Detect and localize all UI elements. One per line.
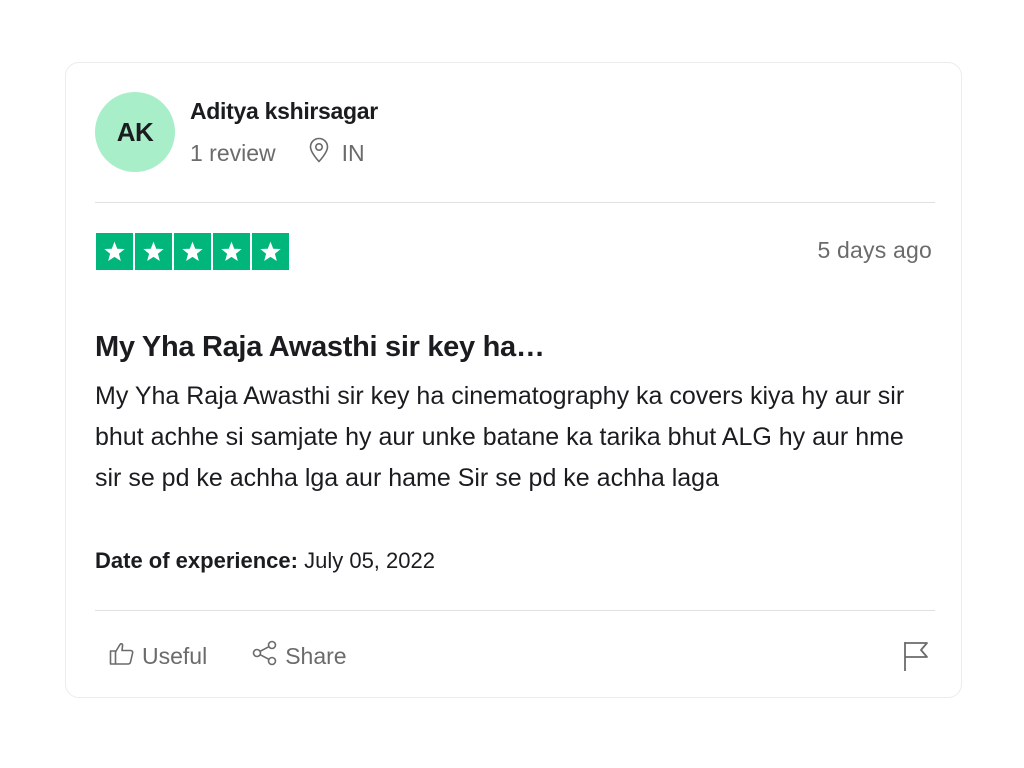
- star-icon: [96, 233, 133, 270]
- review-actions: Useful Share: [108, 639, 347, 673]
- reviewer-name[interactable]: Aditya kshirsagar: [190, 98, 378, 125]
- experience-date: July 05, 2022: [304, 548, 435, 573]
- review-count: 1 review: [190, 139, 276, 166]
- avatar[interactable]: AK: [95, 92, 175, 172]
- review-posted-date: 5 days ago: [817, 237, 932, 263]
- share-label: Share: [285, 642, 347, 669]
- review-body: My Yha Raja Awasthi sir key ha cinematog…: [95, 382, 905, 492]
- star-icon: [135, 233, 172, 270]
- avatar-initials: AK: [116, 116, 154, 147]
- date-of-experience: Date of experience: July 05, 2022: [95, 548, 435, 574]
- star-rating: [96, 233, 291, 270]
- reviewer-meta: 1 review IN: [190, 137, 365, 169]
- divider: [95, 610, 935, 611]
- star-icon: [213, 233, 250, 270]
- useful-label: Useful: [142, 642, 208, 669]
- star-icon: [174, 233, 211, 270]
- useful-button[interactable]: Useful: [108, 639, 207, 673]
- flag-icon: [901, 642, 931, 676]
- reviewer-location: IN: [308, 137, 365, 169]
- thumbs-up-icon: [108, 639, 142, 673]
- share-icon: [251, 639, 285, 673]
- divider: [95, 202, 935, 203]
- review-title[interactable]: My Yha Raja Awasthi sir key ha…: [95, 331, 545, 364]
- report-button[interactable]: [901, 640, 931, 672]
- share-button[interactable]: Share: [251, 639, 347, 673]
- map-pin-icon: [308, 137, 342, 169]
- review-card: AK Aditya kshirsagar 1 review IN 5 days …: [65, 62, 962, 698]
- star-icon: [252, 233, 289, 270]
- experience-label: Date of experience:: [95, 548, 298, 573]
- location-code: IN: [341, 139, 365, 166]
